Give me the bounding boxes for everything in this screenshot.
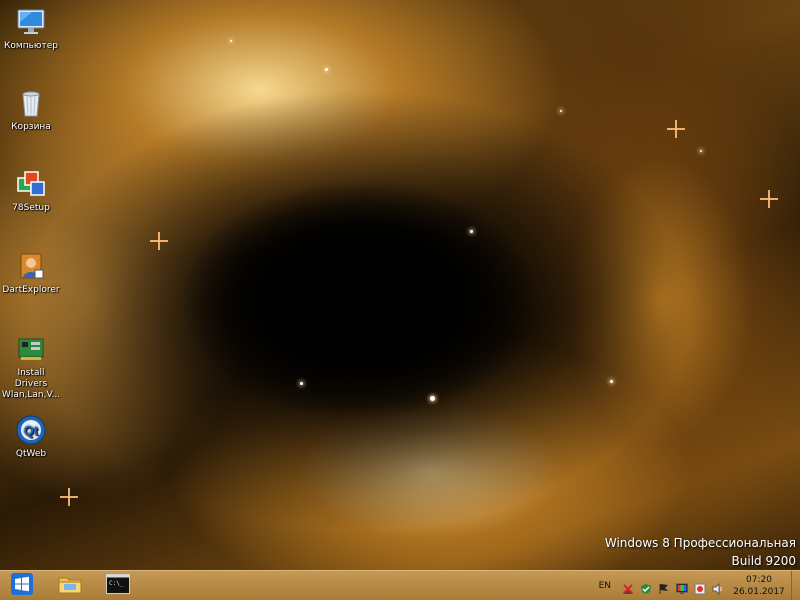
desktop-icon-label: Корзина	[11, 122, 51, 132]
taskbar: C:\_ EN 07:20 26.01.2017	[0, 570, 800, 600]
drivers-icon	[15, 333, 47, 365]
windows-logo-icon	[11, 572, 33, 599]
display-icon[interactable]	[676, 580, 688, 594]
desktop-icon-qtweb[interactable]: Qt QtWeb	[0, 414, 62, 460]
qtweb-icon: Qt	[15, 414, 47, 446]
usb-icon[interactable]	[694, 580, 706, 594]
language-indicator[interactable]: EN	[599, 581, 611, 591]
security-icon[interactable]	[640, 580, 652, 594]
flare-decoration	[150, 232, 168, 250]
network-error-icon[interactable]	[622, 580, 634, 594]
flag-icon[interactable]	[658, 580, 670, 594]
taskbar-command-prompt[interactable]: C:\_	[98, 571, 138, 600]
watermark-build: Build 9200	[731, 554, 796, 568]
desktop-icon-label: QtWeb	[15, 449, 47, 459]
dart-explorer-icon	[15, 250, 47, 282]
volume-icon[interactable]	[712, 580, 724, 595]
desktop-wallpaper: Компьютер Корзина 78Setup DartExplorer I…	[0, 0, 800, 570]
system-tray: EN 07:20 26.01.2017	[599, 571, 800, 600]
desktop-icon-dartexplorer[interactable]: DartExplorer	[0, 250, 62, 296]
start-button[interactable]	[2, 571, 42, 600]
desktop-icon-computer[interactable]: Компьютер	[0, 6, 62, 52]
flare-decoration	[760, 190, 778, 208]
flare-decoration	[60, 488, 78, 506]
command-prompt-icon: C:\_	[106, 573, 130, 598]
desktop-icon-label: Компьютер	[4, 41, 58, 51]
star-decoration	[470, 230, 473, 233]
desktop-icon-recycle-bin[interactable]: Корзина	[0, 87, 62, 133]
show-desktop-button[interactable]	[791, 571, 800, 600]
computer-icon	[15, 6, 47, 38]
star-decoration	[560, 110, 562, 112]
recycle-bin-icon	[15, 87, 47, 119]
star-decoration	[325, 68, 328, 71]
desktop-icon-label: Install Drivers Wlan,Lan,V...	[1, 368, 61, 400]
clock-date: 26.01.2017	[733, 586, 785, 597]
flare-decoration	[667, 120, 685, 138]
desktop-icon-install-drivers[interactable]: Install Drivers Wlan,Lan,V...	[0, 333, 62, 401]
file-explorer-icon	[58, 573, 82, 599]
star-decoration	[700, 150, 702, 152]
star-decoration	[230, 40, 232, 42]
windows-watermark: Windows 8 Профессиональная Build 9200	[605, 534, 796, 570]
setup-icon	[15, 168, 47, 200]
clock[interactable]: 07:20 26.01.2017	[731, 574, 787, 598]
desktop-icon-label: 78Setup	[12, 203, 50, 213]
desktop-icon-78setup[interactable]: 78Setup	[0, 168, 62, 214]
taskbar-file-explorer[interactable]	[50, 571, 90, 600]
star-decoration	[430, 396, 435, 401]
desktop-icon-label: DartExplorer	[2, 285, 60, 295]
watermark-edition: Windows 8 Профессиональная	[604, 536, 796, 550]
svg-text:Qt: Qt	[24, 423, 39, 438]
star-decoration	[610, 380, 613, 383]
svg-text:C:\_: C:\_	[109, 580, 124, 587]
clock-time: 07:20	[746, 574, 772, 585]
star-decoration	[300, 382, 303, 385]
